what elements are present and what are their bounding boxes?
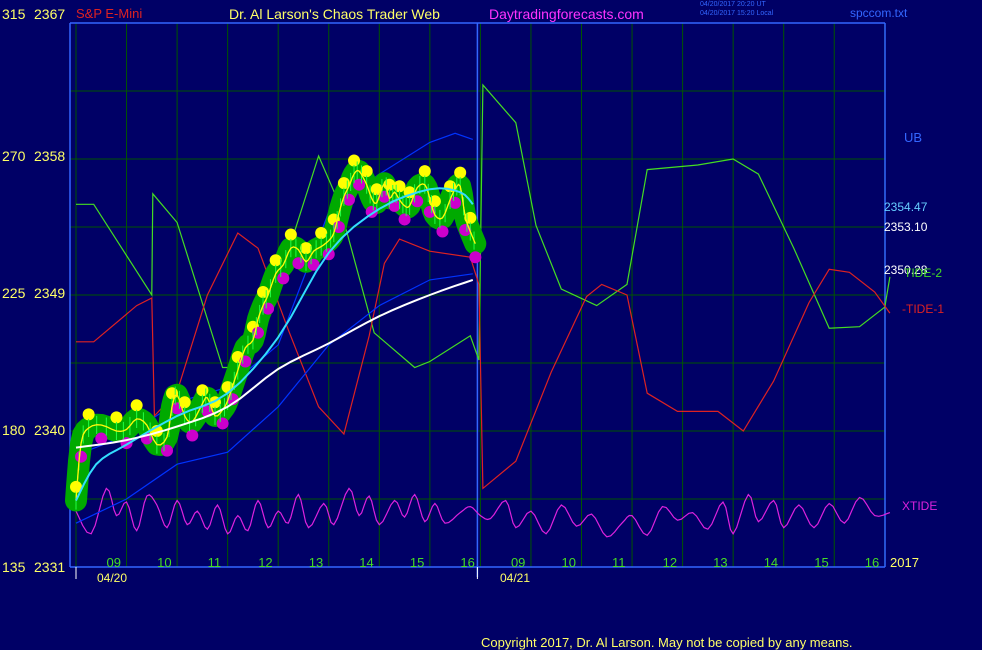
x-hour-label: 14 [359,555,374,570]
swing-high-ball [166,387,179,400]
left-scale-top-label: 315 [2,6,26,22]
tide2-label: TIDE-2 [904,266,943,280]
swing-low-ball [216,417,229,430]
x-hour-label: 13 [713,555,728,570]
timestamp-utc: 04/20/2017 20:20 UT [700,1,766,8]
ma-fast-value-label: 2354.47 [884,200,928,214]
instrument-label: S&P E-Mini [76,6,143,21]
swing-high-ball [284,228,297,241]
x-hour-label: 09 [510,555,526,570]
y-tick-left-270: 270 [2,148,26,164]
swing-low-ball [436,225,449,238]
swing-low-ball [469,251,482,264]
swing-low-ball [398,213,411,226]
x-hour-label: 12 [662,555,678,570]
swing-high-ball [196,384,209,397]
x-date-0420: 04/20 [97,571,128,585]
site-link[interactable]: Daytradingforecasts.com [489,7,644,21]
swing-low-ball [186,429,199,442]
swing-high-ball [130,399,143,412]
data-file-label: spccom.txt [850,6,908,20]
swing-high-ball [110,411,123,424]
swing-low-ball [292,257,305,270]
chaos-trader-chart [0,0,982,650]
x-hour-label: 16 [460,555,475,570]
y-tick-left-180: 180 [2,422,26,438]
y-tick-right-2358: 2358 [34,148,66,164]
swing-high-ball [393,180,406,193]
y-tick-left-135: 135 [2,559,26,575]
xtide-label: XTIDE [902,499,938,513]
swing-high-ball [454,166,467,179]
swing-low-ball [160,444,173,457]
y-tick-left-225: 225 [2,285,26,301]
y-tick-right-2349: 2349 [34,285,66,301]
swing-high-ball [300,242,313,255]
swing-high-ball [315,227,328,240]
x-hour-label: 11 [612,555,626,570]
ub-label: UB [904,130,923,145]
swing-low-ball [277,272,290,285]
x-hour-label: 16 [864,555,880,570]
x-hour-label: 15 [409,555,425,570]
x-hour-label: 10 [157,555,172,570]
swing-high-ball [348,154,361,167]
y-tick-right-2331: 2331 [34,559,66,575]
swing-low-ball [75,450,88,463]
swing-high-ball [418,165,431,178]
swing-high-ball [269,254,282,267]
x-hour-label: 13 [308,555,324,570]
ma-mid-value-label: 2353.10 [884,220,928,234]
swing-low-ball [353,178,366,191]
x-hour-label: 14 [763,555,779,570]
x-hour-label: 12 [258,555,273,570]
x-hour-label: 15 [814,555,829,570]
x-hour-label: 10 [561,555,576,570]
price-top-label: 2367 [34,6,66,22]
tide1-label: -TIDE-1 [902,302,944,316]
year-label: 2017 [890,555,919,570]
x-hour-label: 09 [106,555,122,570]
chart-title: Dr. Al Larson's Chaos Trader Web [229,6,440,22]
x-hour-label: 11 [207,555,222,570]
swing-high-ball [82,408,95,421]
timestamp-local: 04/20/2017 15:20 Local [700,10,774,17]
copyright-notice: Copyright 2017, Dr. Al Larson. May not b… [481,635,853,650]
y-tick-right-2340: 2340 [34,422,66,438]
x-date-0421: 04/21 [500,571,531,585]
